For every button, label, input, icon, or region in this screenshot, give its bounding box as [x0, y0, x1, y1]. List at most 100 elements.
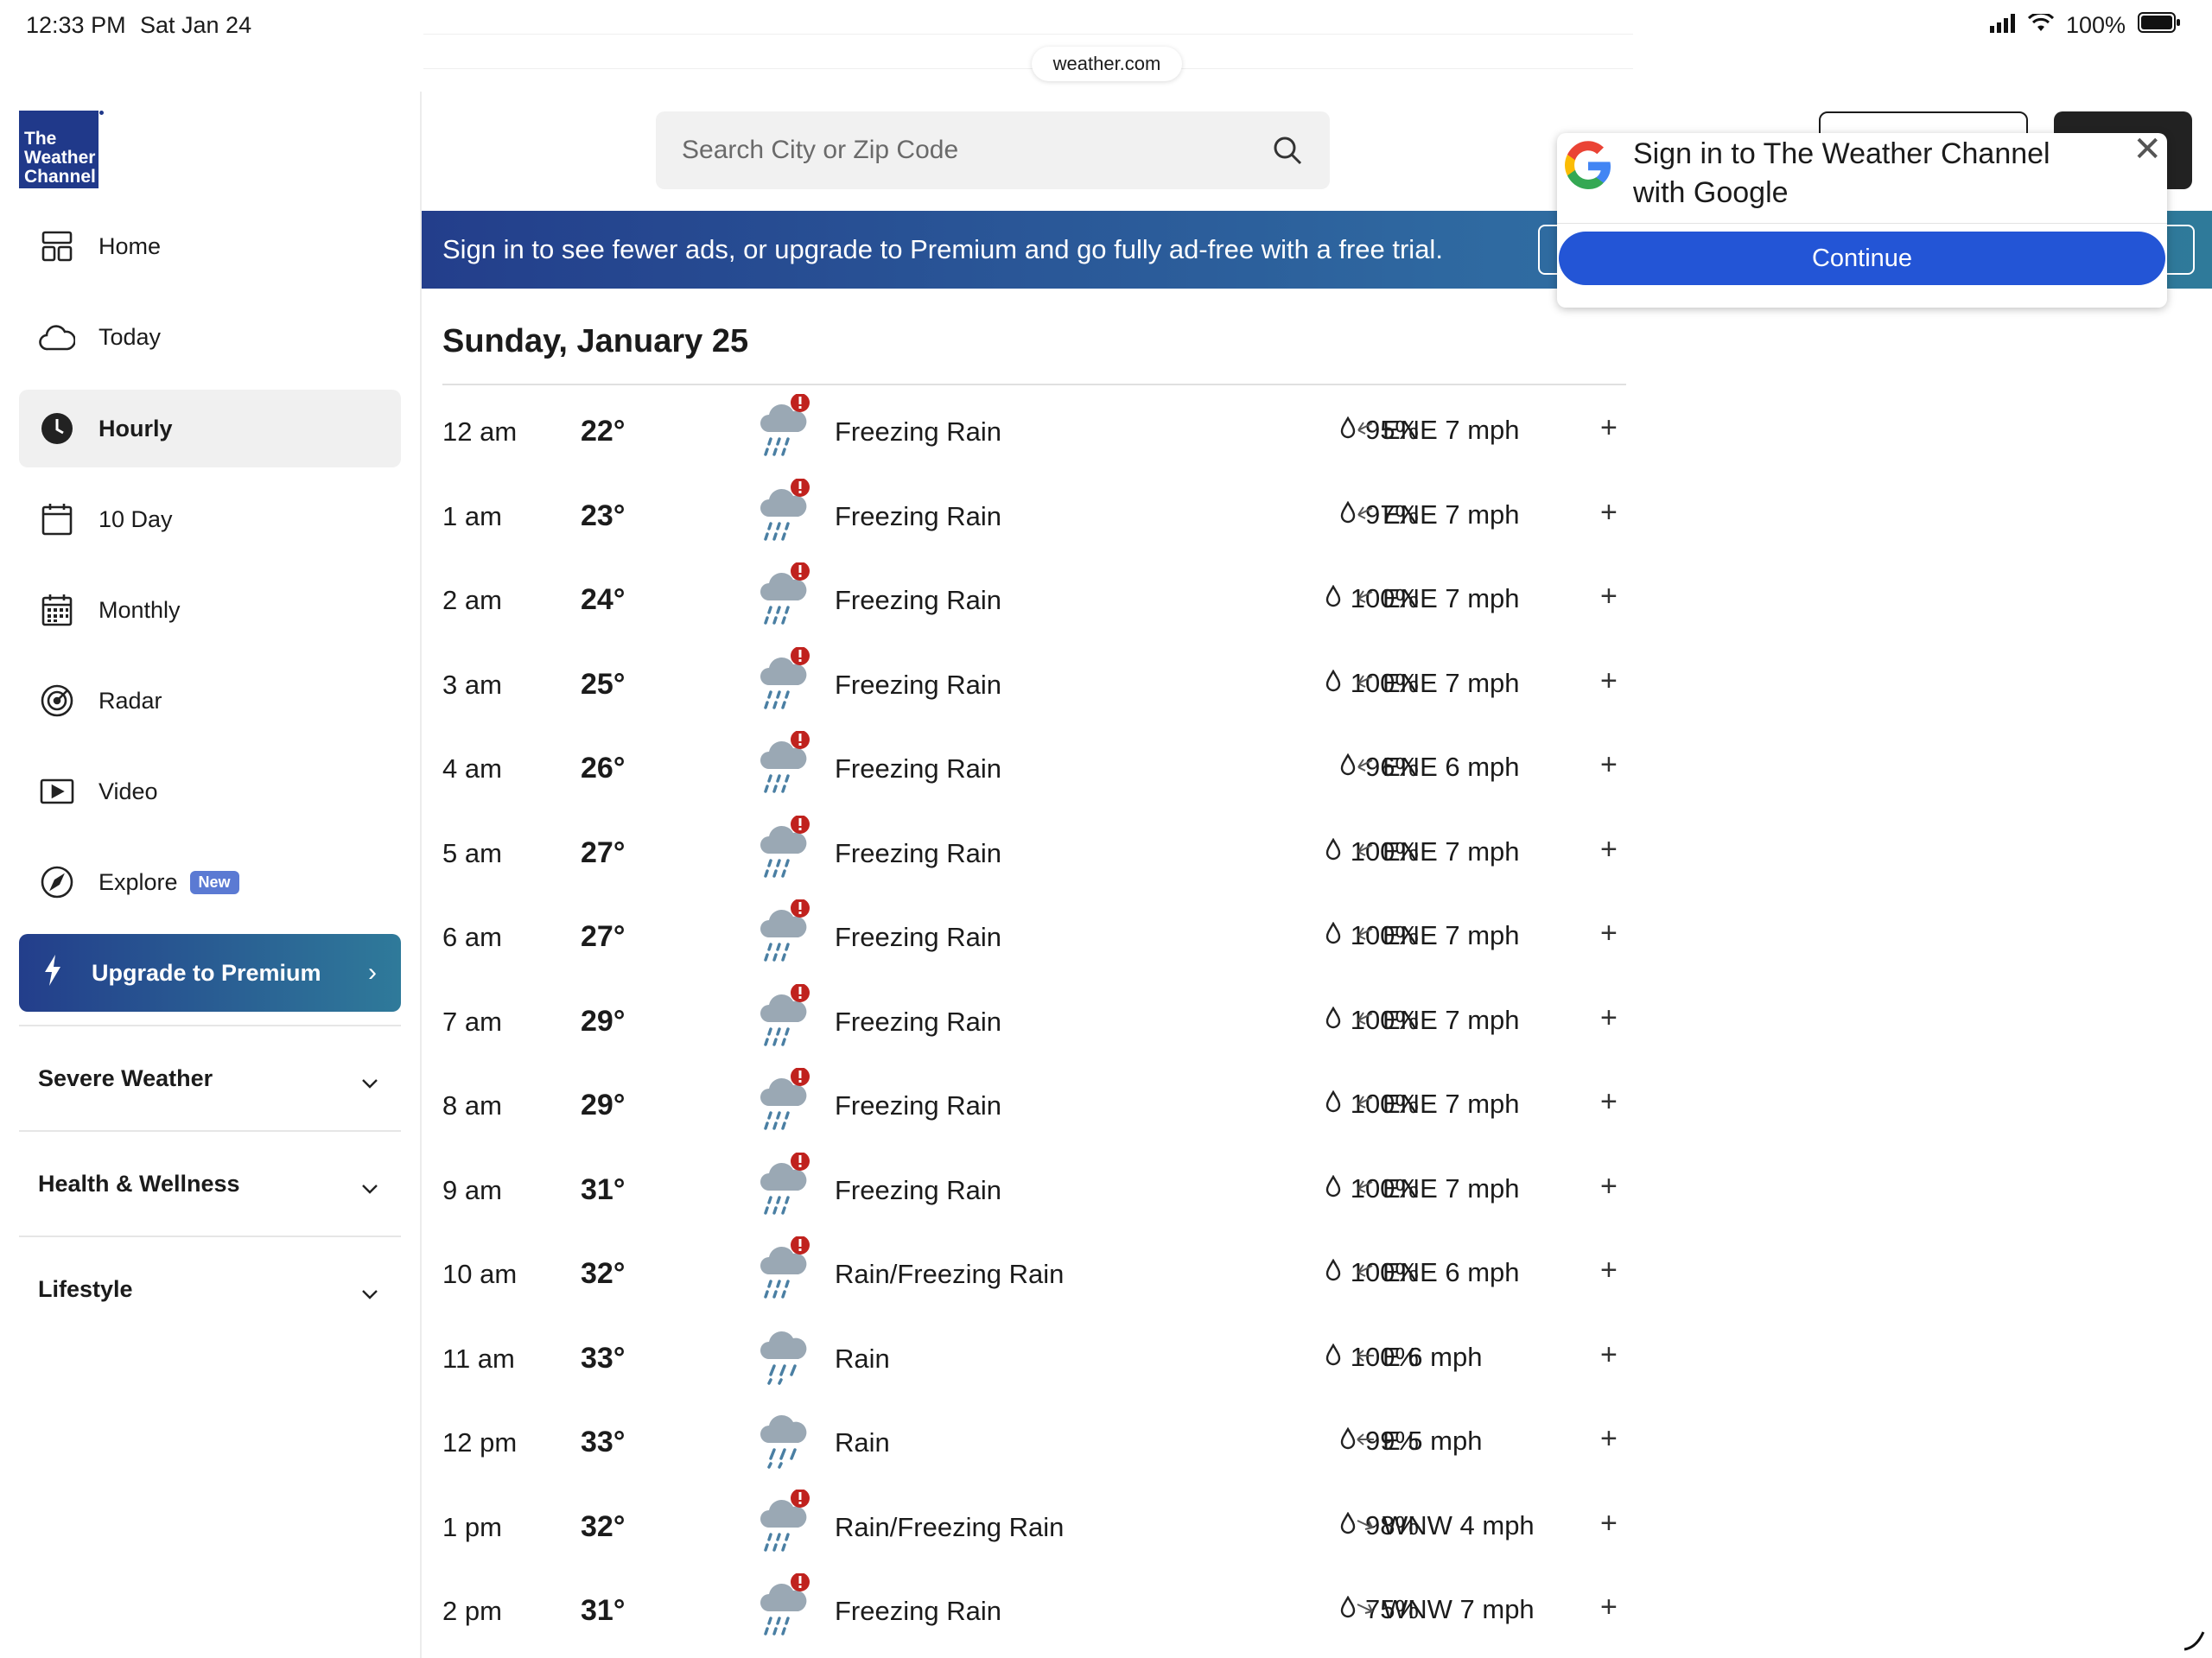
expand-plus-icon[interactable]: +: [1600, 1085, 1618, 1119]
expand-plus-icon[interactable]: +: [1600, 664, 1618, 698]
popup-title-line-2: with Google: [1633, 176, 1789, 209]
status-time: 12:33 PM: [26, 12, 126, 38]
section-label: Health & Wellness: [38, 1170, 240, 1197]
resize-handle-icon[interactable]: [2181, 1627, 2207, 1653]
wind-arrow-icon: [1355, 1594, 1376, 1625]
hourly-row[interactable]: 6 am 27° Freezing Rain 100% ENE 7 mph +: [442, 896, 1626, 981]
expand-plus-icon[interactable]: +: [1600, 1254, 1618, 1287]
new-badge: New: [189, 870, 239, 894]
divider: [442, 384, 1626, 385]
hour-condition: Freezing Rain: [835, 416, 1001, 447]
hour-temperature: 32°: [581, 1509, 626, 1543]
hourly-row[interactable]: 8 am 29° Freezing Rain 100% ENE 7 mph +: [442, 1064, 1626, 1149]
hour-wind: ENE 7 mph: [1355, 583, 1520, 614]
raindrop-icon: [1339, 499, 1357, 530]
hour-time: 3 am: [442, 669, 502, 700]
hour-condition: Freezing Rain: [835, 1596, 1001, 1626]
raindrop-icon: [1339, 1510, 1357, 1541]
section-lifestyle[interactable]: Lifestyle: [19, 1236, 401, 1341]
hour-time: 12 pm: [442, 1427, 518, 1458]
sidebar-item-10-day[interactable]: 10 Day: [19, 480, 401, 558]
hour-condition: Freezing Rain: [835, 500, 1001, 531]
hour-wind: ENE 7 mph: [1355, 1173, 1520, 1204]
sidebar-item-label: Monthly: [99, 596, 181, 623]
freezing-rain-alert-icon: [755, 562, 816, 637]
day-heading: Sunday, January 25: [442, 323, 749, 359]
hourly-row[interactable]: 9 am 31° Freezing Rain 100% ENE 7 mph +: [442, 1149, 1626, 1234]
continue-button[interactable]: Continue: [1559, 232, 2165, 285]
expand-plus-icon[interactable]: +: [1600, 833, 1618, 867]
sidebar-item-home[interactable]: Home: [19, 207, 401, 285]
hourly-row[interactable]: 2 am 24° Freezing Rain 100% ENE 7 mph +: [442, 559, 1626, 644]
sidebar-item-label: Video: [99, 778, 158, 804]
hourly-row[interactable]: 10 am 32° Rain/Freezing Rain 100% ENE 6 …: [442, 1233, 1626, 1318]
raindrop-icon: [1325, 1089, 1342, 1120]
hour-wind: ENE 7 mph: [1355, 920, 1520, 951]
sidebar-item-monthly[interactable]: Monthly: [19, 571, 401, 649]
logo-line-1: The: [24, 129, 57, 149]
hourly-row[interactable]: 7 am 29° Freezing Rain 100% ENE 7 mph +: [442, 981, 1626, 1065]
sidebar-item-label: 10 Day: [99, 505, 173, 532]
logo-dot: [99, 111, 104, 115]
sidebar-item-label: Radar: [99, 687, 162, 714]
expand-plus-icon[interactable]: +: [1600, 496, 1618, 530]
freezing-rain-alert-icon: [755, 1151, 816, 1227]
hourly-row[interactable]: 1 am 23° Freezing Rain 97% ENE 7 mph +: [442, 475, 1626, 560]
wind-value: ENE 7 mph: [1382, 415, 1520, 445]
expand-plus-icon[interactable]: +: [1600, 1422, 1618, 1456]
wind-value: E 6 mph: [1382, 1341, 1483, 1372]
section-label: Severe Weather: [38, 1064, 213, 1091]
hour-time: 9 am: [442, 1174, 502, 1205]
wind-value: ENE 7 mph: [1382, 499, 1520, 530]
weather-app-page: 12:33 PM Sat Jan 24 100% weather.com The…: [0, 0, 2212, 1658]
expand-plus-icon[interactable]: +: [1600, 917, 1618, 950]
expand-plus-icon[interactable]: +: [1600, 1170, 1618, 1204]
upgrade-premium-button[interactable]: Upgrade to Premium ›: [19, 934, 401, 1012]
hour-temperature: 24°: [581, 583, 626, 616]
freezing-rain-alert-icon: [755, 814, 816, 890]
section-severe-weather[interactable]: Severe Weather: [19, 1025, 401, 1130]
wind-value: ENE 7 mph: [1382, 1172, 1520, 1204]
raindrop-icon: [1325, 1005, 1342, 1036]
hourly-row[interactable]: 1 pm 32° Rain/Freezing Rain 98% WNW 4 mp…: [442, 1486, 1626, 1571]
expand-plus-icon[interactable]: +: [1600, 1001, 1618, 1035]
hour-time: 4 am: [442, 753, 502, 784]
expand-plus-icon[interactable]: +: [1600, 1338, 1618, 1372]
close-icon[interactable]: ✕: [2133, 130, 2162, 169]
hourly-row[interactable]: 12 pm 33° Rain 99% E 5 mph +: [442, 1401, 1626, 1486]
sidebar-item-today[interactable]: Today: [19, 298, 401, 376]
hourly-row[interactable]: 12 am 22° Freezing Rain 95% ENE 7 mph +: [442, 391, 1626, 475]
url-bar[interactable]: weather.com: [1032, 47, 1182, 81]
expand-plus-icon[interactable]: +: [1600, 411, 1618, 445]
expand-plus-icon[interactable]: +: [1600, 580, 1618, 613]
hour-time: 2 am: [442, 585, 502, 615]
sidebar-item-hourly[interactable]: Hourly: [19, 390, 401, 467]
search-icon[interactable]: [1273, 136, 1302, 172]
search-placeholder: Search City or Zip Code: [682, 136, 959, 164]
wind-arrow-icon: [1355, 1089, 1376, 1120]
hour-wind: WNW 4 mph: [1355, 1510, 1535, 1541]
weather-channel-logo[interactable]: The Weather Channel: [19, 111, 104, 188]
section-health-wellness[interactable]: Health & Wellness: [19, 1130, 401, 1236]
hourly-row[interactable]: 3 am 25° Freezing Rain 100% ENE 7 mph +: [442, 644, 1626, 728]
hourly-row[interactable]: 4 am 26° Freezing Rain 96% ENE 6 mph +: [442, 727, 1626, 812]
wind-arrow-icon: [1355, 836, 1376, 867]
radar-icon: [38, 682, 76, 720]
chevron-down-icon: [361, 1279, 378, 1305]
sidebar-item-video[interactable]: Video: [19, 753, 401, 830]
wind-arrow-icon: [1355, 1426, 1376, 1457]
wind-value: ENE 7 mph: [1382, 1004, 1520, 1035]
hour-temperature: 22°: [581, 415, 626, 448]
sidebar-item-radar[interactable]: Radar: [19, 662, 401, 740]
hourly-row[interactable]: 2 pm 31° Freezing Rain 75% WNW 7 mph +: [442, 1570, 1626, 1655]
wind-value: ENE 6 mph: [1382, 752, 1520, 782]
expand-plus-icon[interactable]: +: [1600, 748, 1618, 782]
hourly-row[interactable]: 5 am 27° Freezing Rain 100% ENE 7 mph +: [442, 812, 1626, 897]
expand-plus-icon[interactable]: +: [1600, 1591, 1618, 1624]
sidebar-item-explore[interactable]: Explore New: [19, 843, 401, 921]
sidebar-item-label: Explore: [99, 868, 178, 895]
expand-plus-icon[interactable]: +: [1600, 1507, 1618, 1540]
search-input[interactable]: Search City or Zip Code: [656, 111, 1330, 189]
raindrop-icon: [1325, 920, 1342, 951]
hourly-row[interactable]: 11 am 33° Rain 100% E 6 mph +: [442, 1318, 1626, 1402]
